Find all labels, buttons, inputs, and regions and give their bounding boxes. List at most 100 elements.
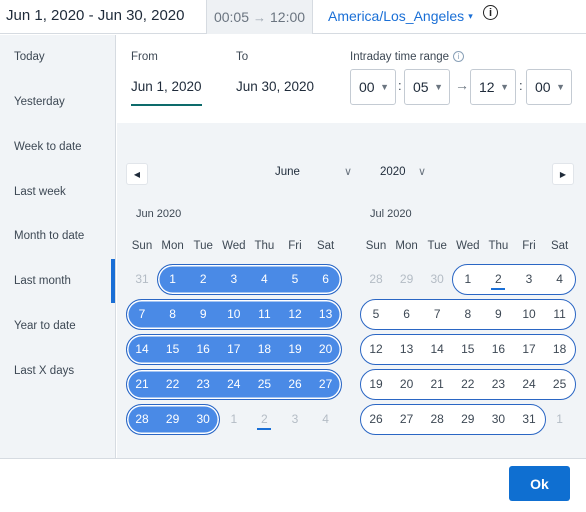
day-cell[interactable]: 7: [422, 307, 452, 321]
date-range-display[interactable]: Jun 1, 2020 - Jun 30, 2020: [6, 7, 184, 24]
weekday-header: Sun: [131, 240, 153, 252]
outside-day-cell[interactable]: 3: [280, 412, 310, 426]
day-cell[interactable]: 1: [158, 272, 188, 286]
from-date-input[interactable]: Jun 1, 2020: [131, 79, 202, 94]
day-cell[interactable]: 5: [361, 307, 391, 321]
outside-day-cell[interactable]: 1: [545, 412, 575, 426]
day-cell[interactable]: 22: [453, 377, 483, 391]
day-cell[interactable]: 10: [219, 307, 249, 321]
outside-day-cell[interactable]: 2: [249, 412, 279, 426]
time-range-display[interactable]: 00:05 → 12:00: [206, 0, 313, 34]
day-cell[interactable]: 24: [219, 377, 249, 391]
start-hour-select[interactable]: 00 ▼: [350, 69, 396, 105]
end-hour-select[interactable]: 12 ▼: [470, 69, 516, 105]
day-cell[interactable]: 12: [361, 342, 391, 356]
day-cell[interactable]: 27: [311, 377, 341, 391]
day-cell[interactable]: 17: [514, 342, 544, 356]
day-cell[interactable]: 19: [280, 342, 310, 356]
preset-today[interactable]: Today: [14, 51, 45, 63]
day-cell[interactable]: 29: [158, 412, 188, 426]
day-cell[interactable]: 21: [127, 377, 157, 391]
day-cell[interactable]: 11: [545, 307, 575, 321]
day-cell[interactable]: 14: [422, 342, 452, 356]
preset-year-to-date[interactable]: Year to date: [14, 320, 76, 332]
prev-month-button[interactable]: ◀: [127, 164, 147, 184]
preset-week-to-date[interactable]: Week to date: [14, 141, 82, 153]
footer-bar: [0, 458, 586, 512]
day-cell[interactable]: 22: [158, 377, 188, 391]
weekday-header: Mon: [161, 240, 184, 252]
to-date-input[interactable]: Jun 30, 2020: [236, 79, 314, 94]
day-cell[interactable]: 24: [514, 377, 544, 391]
day-cell[interactable]: 30: [188, 412, 218, 426]
ok-button[interactable]: Ok: [509, 466, 570, 501]
day-cell[interactable]: 3: [219, 272, 249, 286]
day-cell[interactable]: 28: [422, 412, 452, 426]
next-month-button[interactable]: ▶: [553, 164, 573, 184]
outside-day-cell[interactable]: 4: [311, 412, 341, 426]
info-icon[interactable]: i: [483, 5, 498, 20]
day-cell[interactable]: 28: [127, 412, 157, 426]
day-cell[interactable]: 18: [249, 342, 279, 356]
start-minute-select[interactable]: 05 ▼: [404, 69, 450, 105]
day-cell[interactable]: 10: [514, 307, 544, 321]
preset-last-month[interactable]: Last month: [14, 275, 71, 287]
day-cell[interactable]: 16: [483, 342, 513, 356]
year-select[interactable]: 2020: [380, 166, 406, 178]
day-cell[interactable]: 1: [453, 272, 483, 286]
day-cell[interactable]: 27: [392, 412, 422, 426]
day-cell[interactable]: 30: [483, 412, 513, 426]
preset-last-week[interactable]: Last week: [14, 186, 66, 198]
day-cell[interactable]: 20: [311, 342, 341, 356]
day-cell[interactable]: 18: [545, 342, 575, 356]
day-cell[interactable]: 11: [249, 307, 279, 321]
outside-day-cell[interactable]: 28: [361, 272, 391, 286]
chevron-down-icon[interactable]: ∨: [418, 165, 426, 178]
day-cell[interactable]: 14: [127, 342, 157, 356]
day-cell[interactable]: 26: [361, 412, 391, 426]
day-cell[interactable]: 4: [545, 272, 575, 286]
outside-day-cell[interactable]: 31: [127, 272, 157, 286]
outside-day-cell[interactable]: 1: [219, 412, 249, 426]
day-cell[interactable]: 12: [280, 307, 310, 321]
day-cell[interactable]: 6: [311, 272, 341, 286]
preset-yesterday[interactable]: Yesterday: [14, 96, 65, 108]
day-cell[interactable]: 9: [188, 307, 218, 321]
day-cell[interactable]: 13: [392, 342, 422, 356]
day-cell[interactable]: 4: [249, 272, 279, 286]
day-cell[interactable]: 20: [392, 377, 422, 391]
day-cell[interactable]: 23: [483, 377, 513, 391]
day-cell[interactable]: 8: [453, 307, 483, 321]
outside-day-cell[interactable]: 30: [422, 272, 452, 286]
day-cell[interactable]: 9: [483, 307, 513, 321]
outside-day-cell[interactable]: 29: [392, 272, 422, 286]
day-cell[interactable]: 15: [158, 342, 188, 356]
day-cell[interactable]: 23: [188, 377, 218, 391]
day-cell[interactable]: 13: [311, 307, 341, 321]
day-cell[interactable]: 6: [392, 307, 422, 321]
preset-month-to-date[interactable]: Month to date: [14, 230, 84, 242]
chevron-down-icon[interactable]: ∨: [344, 165, 352, 178]
day-cell[interactable]: 15: [453, 342, 483, 356]
time-end: 12:00: [270, 9, 306, 25]
day-cell[interactable]: 31: [514, 412, 544, 426]
day-cell[interactable]: 2: [483, 272, 513, 286]
day-cell[interactable]: 26: [280, 377, 310, 391]
day-cell[interactable]: 25: [249, 377, 279, 391]
day-cell[interactable]: 29: [453, 412, 483, 426]
month-select[interactable]: June: [275, 166, 300, 178]
day-cell[interactable]: 17: [219, 342, 249, 356]
end-minute-select[interactable]: 00 ▼: [526, 69, 572, 105]
day-cell[interactable]: 2: [188, 272, 218, 286]
day-cell[interactable]: 7: [127, 307, 157, 321]
day-cell[interactable]: 21: [422, 377, 452, 391]
preset-last-x-days[interactable]: Last X days: [14, 365, 74, 377]
timezone-dropdown[interactable]: America/Los_Angeles ▾: [328, 8, 473, 24]
day-cell[interactable]: 19: [361, 377, 391, 391]
day-cell[interactable]: 8: [158, 307, 188, 321]
day-cell[interactable]: 25: [545, 377, 575, 391]
info-icon[interactable]: i: [453, 51, 465, 63]
day-cell[interactable]: 16: [188, 342, 218, 356]
day-cell[interactable]: 3: [514, 272, 544, 286]
day-cell[interactable]: 5: [280, 272, 310, 286]
